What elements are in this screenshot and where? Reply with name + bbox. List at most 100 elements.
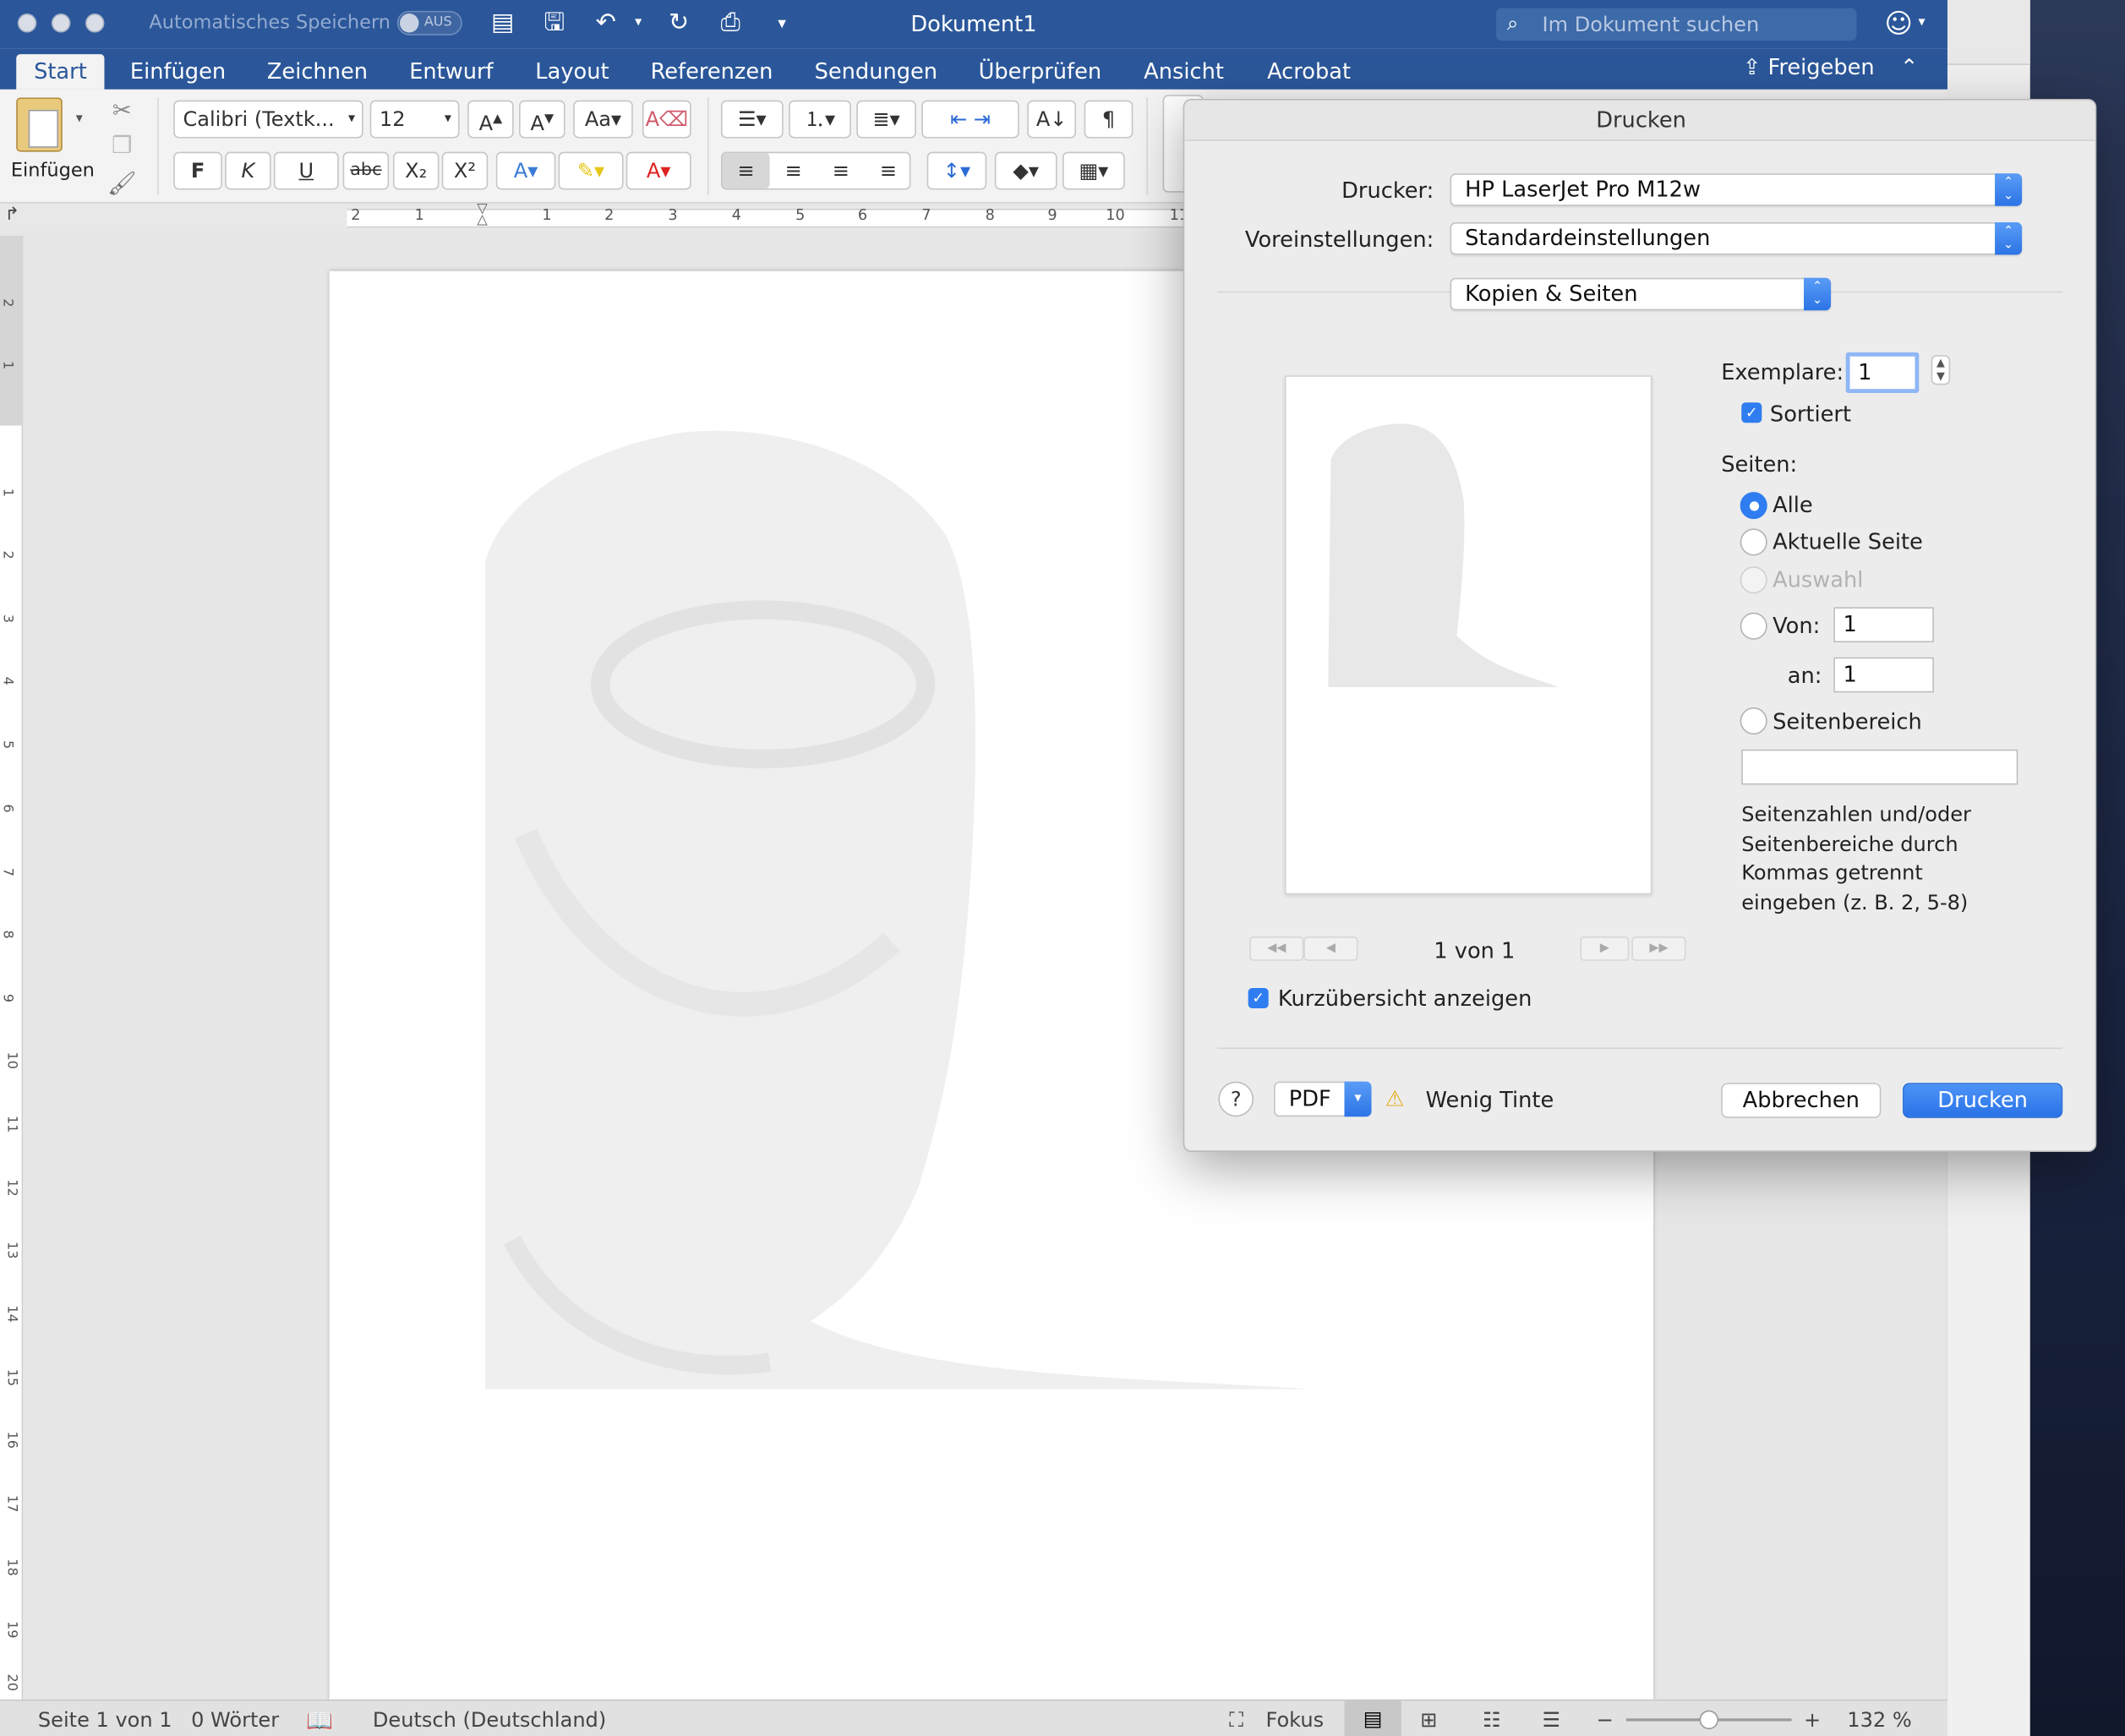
italic-button[interactable]: K bbox=[225, 151, 271, 190]
bullets-icon[interactable]: ☰▾ bbox=[720, 100, 784, 139]
web-layout-view-icon[interactable]: ⊞ bbox=[1420, 1707, 1437, 1732]
page-range-input[interactable] bbox=[1741, 749, 2018, 785]
change-case-icon[interactable]: Aa▾ bbox=[573, 100, 633, 139]
text-effects-icon[interactable]: A▾ bbox=[495, 151, 556, 190]
tab-referenzen[interactable]: Referenzen bbox=[633, 54, 790, 90]
line-spacing-icon[interactable]: ↕▾ bbox=[926, 151, 987, 190]
tab-layout[interactable]: Layout bbox=[517, 54, 626, 90]
undo-icon[interactable]: ↶ bbox=[591, 8, 620, 38]
pages-all-label[interactable]: Alle bbox=[1773, 492, 1813, 517]
pages-range-radio[interactable] bbox=[1740, 707, 1767, 735]
customize-toolbar-icon[interactable]: ▾ bbox=[767, 8, 796, 38]
outline-view-icon[interactable]: ☷ bbox=[1483, 1707, 1501, 1732]
share-button[interactable]: ⇪ Freigeben bbox=[1743, 54, 1875, 79]
font-size-select[interactable]: 12 ▾ bbox=[369, 100, 460, 139]
pages-current-radio[interactable] bbox=[1740, 528, 1767, 556]
justify-icon[interactable]: ≡ bbox=[865, 153, 912, 188]
print-layout-view-icon[interactable]: ▤ bbox=[1344, 1701, 1401, 1736]
previous-page-icon[interactable]: ◀ bbox=[1303, 936, 1358, 961]
proofing-icon[interactable]: 📖 bbox=[306, 1707, 333, 1733]
grow-font-icon[interactable]: A▲ bbox=[467, 100, 514, 139]
paste-dropdown-icon[interactable]: ▾ bbox=[76, 111, 83, 126]
underline-button[interactable]: U bbox=[273, 151, 339, 190]
to-page-input[interactable]: 1 bbox=[1833, 657, 1934, 693]
sidebar-toggle-icon[interactable]: ▤ bbox=[488, 8, 517, 38]
focus-label[interactable]: Fokus bbox=[1265, 1707, 1324, 1732]
highlight-icon[interactable]: ✎▾ bbox=[558, 151, 624, 190]
search-input[interactable]: ⌕ Im Dokument suchen bbox=[1496, 8, 1857, 41]
tab-selector-icon[interactable]: ↱ bbox=[0, 205, 25, 232]
shading-icon[interactable]: ◆▾ bbox=[994, 151, 1057, 190]
redo-icon[interactable]: ↻ bbox=[664, 8, 694, 38]
collapse-ribbon-icon[interactable]: ⌃ bbox=[1900, 54, 1918, 79]
align-center-icon[interactable]: ≡ bbox=[770, 153, 817, 188]
minimize-window-button[interactable] bbox=[51, 14, 71, 33]
borders-icon[interactable]: ▦▾ bbox=[1062, 151, 1125, 190]
pages-from-label[interactable]: Von: bbox=[1773, 613, 1820, 638]
pdf-menu-button[interactable]: PDF ▾ bbox=[1274, 1081, 1372, 1117]
numbering-icon[interactable]: ⒈▾ bbox=[789, 100, 851, 139]
horizontal-ruler[interactable]: 2 1 ▽ △ 1 2 3 4 5 6 7 8 9 10 11 bbox=[24, 203, 1215, 232]
tab-ueberpruefen[interactable]: Überprüfen bbox=[961, 54, 1119, 90]
next-page-icon[interactable]: ▶ bbox=[1580, 936, 1630, 961]
vertical-ruler[interactable]: 2 1 1 2 3 4 5 6 7 8 9 10 11 12 13 14 15 … bbox=[0, 236, 24, 1700]
format-painter-icon[interactable]: 🖌 bbox=[106, 166, 138, 204]
tab-sendungen[interactable]: Sendungen bbox=[797, 54, 955, 90]
printer-select[interactable]: HP LaserJet Pro M12w ⌃ ⌄ bbox=[1450, 173, 2023, 206]
pages-range-label[interactable]: Seitenbereich bbox=[1773, 709, 1922, 734]
copies-input[interactable]: 1 bbox=[1845, 352, 1920, 394]
tab-zeichnen[interactable]: Zeichnen bbox=[249, 54, 385, 90]
section-select[interactable]: Kopien & Seiten ⌃ ⌄ bbox=[1450, 277, 1832, 311]
feedback-dropdown-icon[interactable]: ▾ bbox=[1907, 8, 1937, 38]
zoom-level[interactable]: 132 % bbox=[1847, 1707, 1911, 1732]
close-window-button[interactable] bbox=[17, 14, 37, 33]
undo-dropdown-icon[interactable]: ▾ bbox=[624, 8, 653, 38]
show-formatting-icon[interactable]: ¶ bbox=[1084, 100, 1134, 139]
cut-icon[interactable]: ✂ bbox=[106, 92, 138, 130]
draft-view-icon[interactable]: ☰ bbox=[1543, 1707, 1561, 1732]
align-left-icon[interactable]: ≡ bbox=[722, 153, 770, 188]
copies-stepper[interactable]: ▲ ▼ bbox=[1931, 355, 1951, 385]
tab-ansicht[interactable]: Ansicht bbox=[1126, 54, 1241, 90]
tab-einfuegen[interactable]: Einfügen bbox=[112, 54, 243, 90]
word-count[interactable]: 0 Wörter bbox=[191, 1707, 279, 1732]
zoom-out-icon[interactable]: − bbox=[1597, 1707, 1614, 1732]
strikethrough-button[interactable]: abc bbox=[342, 151, 390, 190]
save-icon[interactable]: 🖫 bbox=[539, 8, 569, 38]
pages-from-radio[interactable] bbox=[1740, 612, 1767, 640]
tab-acrobat[interactable]: Acrobat bbox=[1249, 54, 1368, 90]
collated-checkbox[interactable]: ✓ bbox=[1741, 402, 1762, 423]
indent-marker-icon[interactable]: ▽ △ bbox=[477, 203, 490, 232]
from-page-input[interactable]: 1 bbox=[1833, 607, 1934, 643]
show-details-checkbox[interactable]: ✓ bbox=[1248, 987, 1269, 1009]
zoom-in-icon[interactable]: + bbox=[1804, 1707, 1821, 1732]
last-page-icon[interactable]: ▶▶ bbox=[1631, 936, 1686, 961]
pages-all-radio[interactable] bbox=[1740, 492, 1767, 520]
pages-current-label[interactable]: Aktuelle Seite bbox=[1773, 528, 1923, 554]
print-icon[interactable]: ⎙ bbox=[716, 8, 746, 38]
font-color-icon[interactable]: A▾ bbox=[625, 151, 691, 190]
tab-start[interactable]: Start bbox=[16, 54, 105, 90]
bold-button[interactable]: F bbox=[173, 151, 222, 190]
shrink-font-icon[interactable]: A▼ bbox=[519, 100, 565, 139]
tab-entwurf[interactable]: Entwurf bbox=[391, 54, 511, 90]
font-name-select[interactable]: Calibri (Textk... ▾ bbox=[173, 100, 363, 139]
page-count[interactable]: Seite 1 von 1 bbox=[38, 1707, 172, 1732]
help-button[interactable]: ? bbox=[1218, 1081, 1254, 1117]
show-details-label[interactable]: Kurzübersicht anzeigen bbox=[1278, 985, 1532, 1011]
paste-icon[interactable] bbox=[16, 97, 63, 152]
multilevel-list-icon[interactable]: ≣▾ bbox=[856, 100, 916, 139]
print-button[interactable]: Drucken bbox=[1903, 1083, 2063, 1118]
zoom-slider-knob[interactable] bbox=[1699, 1710, 1718, 1730]
align-right-icon[interactable]: ≡ bbox=[817, 153, 865, 188]
clear-formatting-icon[interactable]: A⌫ bbox=[642, 100, 691, 139]
zoom-slider[interactable] bbox=[1625, 1710, 1792, 1730]
first-page-icon[interactable]: ◀◀ bbox=[1249, 936, 1304, 961]
sort-icon[interactable]: A↓ bbox=[1027, 100, 1077, 139]
superscript-icon[interactable]: X² bbox=[441, 151, 489, 190]
collated-label[interactable]: Sortiert bbox=[1770, 401, 1851, 427]
copy-icon[interactable]: ❐ bbox=[106, 128, 138, 166]
subscript-icon[interactable]: X₂ bbox=[392, 151, 440, 190]
indent-icon[interactable]: ⇤ ⇥ bbox=[921, 100, 1019, 139]
language[interactable]: Deutsch (Deutschland) bbox=[373, 1707, 606, 1732]
